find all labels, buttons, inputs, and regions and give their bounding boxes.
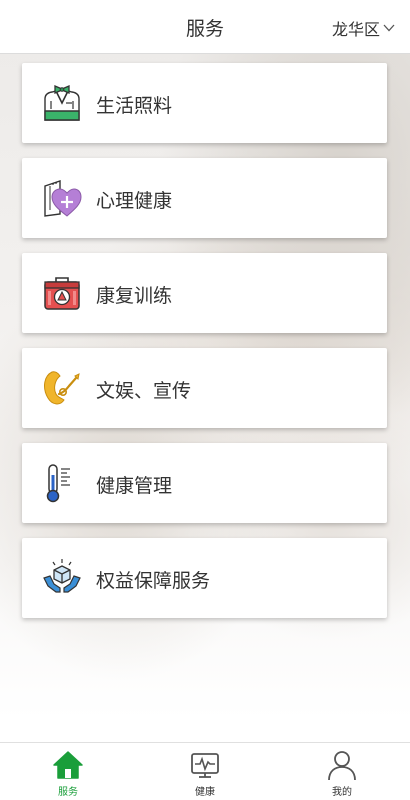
tab-label: 我的 xyxy=(332,787,352,798)
instrument-icon xyxy=(44,371,80,405)
service-card-daily-care[interactable]: 生活照料 xyxy=(22,63,387,143)
protection-hands-icon xyxy=(43,559,81,593)
service-label: 文娱、宣传 xyxy=(96,380,192,402)
heart-plus-icon xyxy=(44,180,82,217)
bottom-tab-bar: 服务 健康 我的 xyxy=(0,742,410,800)
chevron-down-icon xyxy=(383,24,395,32)
caregiver-icon xyxy=(44,85,80,121)
service-card-rights-protection[interactable]: 权益保障服务 xyxy=(22,538,387,618)
region-label: 龙华区 xyxy=(331,20,380,39)
tab-mine[interactable]: 我的 xyxy=(274,743,410,800)
top-bar: 服务 龙华区 xyxy=(0,0,410,54)
tab-label: 健康 xyxy=(195,787,215,798)
user-icon xyxy=(328,751,356,781)
service-card-health-management[interactable]: 健康管理 xyxy=(22,443,387,523)
service-card-mental-health[interactable]: 心理健康 xyxy=(22,158,387,238)
service-label: 权益保障服务 xyxy=(96,570,211,592)
service-label: 心理健康 xyxy=(96,190,173,212)
tab-service[interactable]: 服务 xyxy=(0,743,136,800)
tab-health[interactable]: 健康 xyxy=(137,743,273,800)
tab-label: 服务 xyxy=(58,787,78,798)
service-label: 生活照料 xyxy=(96,95,173,117)
health-monitor-icon xyxy=(191,753,219,778)
medical-kit-icon xyxy=(44,277,80,310)
service-card-entertainment-promotion[interactable]: 文娱、宣传 xyxy=(22,348,387,428)
service-label: 康复训练 xyxy=(96,285,173,307)
thermometer-icon xyxy=(46,464,70,503)
service-label: 健康管理 xyxy=(96,475,173,497)
service-screen: 服务 龙华区 生活照料 心理健康 康复训练 文娱、宣传 健康管理 权益保障服务 … xyxy=(0,0,410,800)
home-icon xyxy=(53,751,83,779)
region-selector[interactable]: 龙华区 xyxy=(332,16,396,40)
service-card-rehab-training[interactable]: 康复训练 xyxy=(22,253,387,333)
